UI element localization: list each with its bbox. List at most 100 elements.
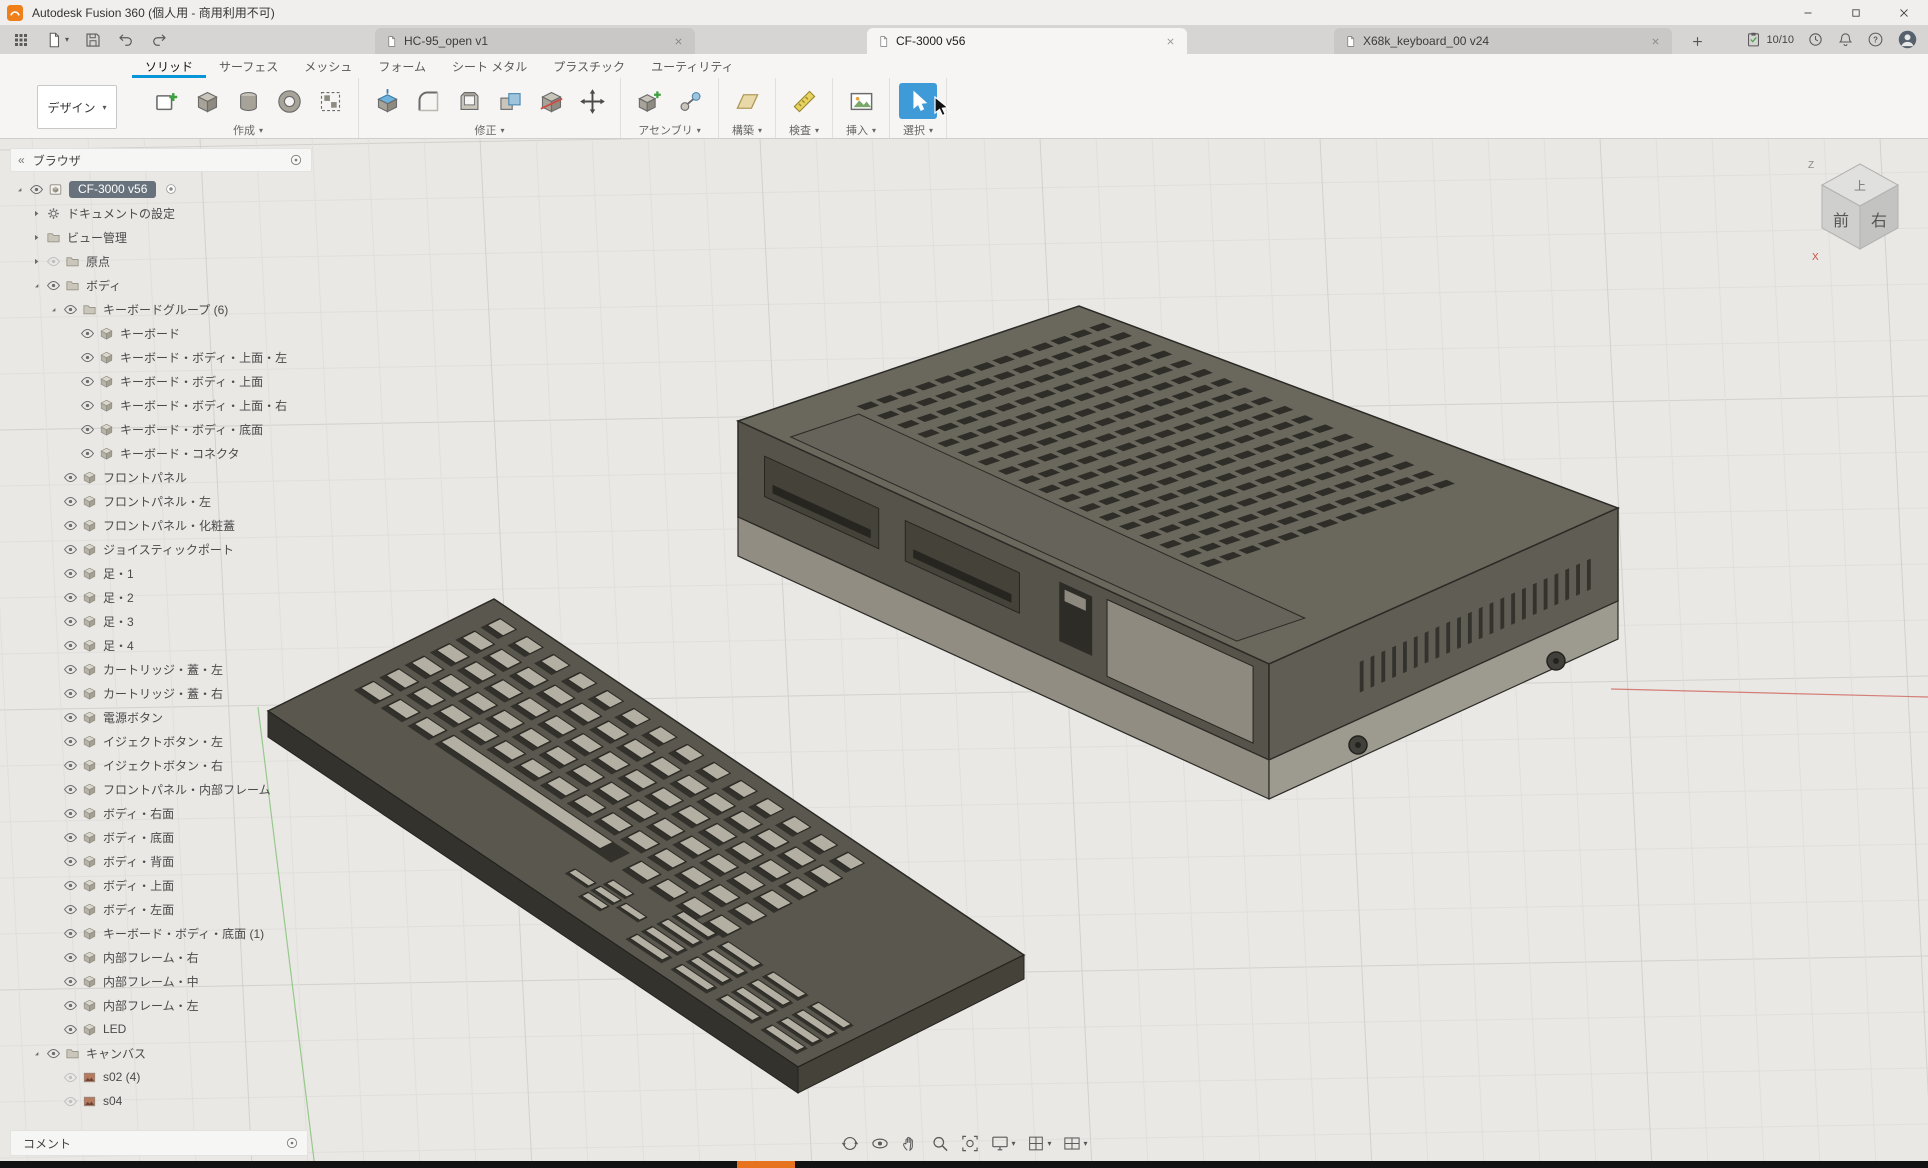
- visibility-eye-icon[interactable]: [61, 757, 80, 773]
- visibility-eye-icon[interactable]: [61, 733, 80, 749]
- browser-item[interactable]: カートリッジ・蓋・右: [10, 681, 312, 705]
- visibility-eye-icon[interactable]: [61, 1021, 80, 1037]
- save-button[interactable]: [84, 31, 102, 49]
- browser-item[interactable]: キーボード・コネクタ: [10, 441, 312, 465]
- browser-item[interactable]: キーボード・ボディ・上面・左: [10, 345, 312, 369]
- visibility-eye-icon[interactable]: [61, 709, 80, 725]
- browser-item[interactable]: CF-3000 v56: [10, 177, 312, 201]
- browser-item[interactable]: 電源ボタン: [10, 705, 312, 729]
- visibility-eye-icon[interactable]: [78, 397, 97, 413]
- browser-item[interactable]: ボディ・右面: [10, 801, 312, 825]
- visibility-eye-icon[interactable]: [61, 517, 80, 533]
- browser-item[interactable]: ボディ・底面: [10, 825, 312, 849]
- tool-group-label[interactable]: 構築▾: [732, 122, 762, 138]
- visibility-eye-icon[interactable]: [78, 325, 97, 341]
- visibility-eye-icon[interactable]: [61, 613, 80, 629]
- collapse-panel-icon[interactable]: «: [18, 153, 25, 167]
- tool-new-component-button[interactable]: [630, 83, 668, 119]
- browser-item[interactable]: LED: [10, 1017, 312, 1041]
- browser-item[interactable]: イジェクトボタン・左: [10, 729, 312, 753]
- close-button[interactable]: [1880, 0, 1928, 25]
- visibility-eye-icon[interactable]: [61, 541, 80, 557]
- new-tab-button[interactable]: [1686, 30, 1708, 52]
- browser-item[interactable]: 原点: [10, 249, 312, 273]
- comments-bar[interactable]: コメント: [10, 1130, 308, 1156]
- browser-item[interactable]: ボディ・背面: [10, 849, 312, 873]
- visibility-eye-icon[interactable]: [78, 373, 97, 389]
- browser-item[interactable]: フロントパネル・左: [10, 489, 312, 513]
- display-filter-icon[interactable]: [289, 153, 303, 167]
- minimize-button[interactable]: [1784, 0, 1832, 25]
- browser-item[interactable]: フロントパネル・内部フレーム: [10, 777, 312, 801]
- ribbon-tab[interactable]: シート メタル: [439, 54, 540, 78]
- visibility-eye-icon[interactable]: [61, 973, 80, 989]
- visibility-eye-icon[interactable]: [61, 877, 80, 893]
- tool-torus-button[interactable]: [270, 83, 308, 119]
- help-button[interactable]: ?: [1867, 31, 1884, 48]
- ribbon-tab[interactable]: ユーティリティ: [638, 54, 747, 78]
- tool-measure-button[interactable]: [785, 83, 823, 119]
- browser-item[interactable]: キーボード・ボディ・底面 (1): [10, 921, 312, 945]
- browser-item[interactable]: キーボード・ボディ・上面: [10, 369, 312, 393]
- ribbon-tab[interactable]: メッシュ: [291, 54, 365, 78]
- grid-display-button[interactable]: ▾: [1026, 1134, 1051, 1153]
- notifications-button[interactable]: [1837, 31, 1854, 48]
- expander-open-icon[interactable]: [46, 302, 61, 317]
- redo-button[interactable]: [150, 31, 168, 49]
- visibility-eye-icon[interactable]: [61, 853, 80, 869]
- browser-item[interactable]: 足・1: [10, 561, 312, 585]
- browser-item[interactable]: キーボードグループ (6): [10, 297, 312, 321]
- visibility-eye-icon[interactable]: [61, 949, 80, 965]
- tool-group-label[interactable]: 選択▾: [903, 122, 933, 138]
- tool-construction-plane-button[interactable]: [728, 83, 766, 119]
- browser-item[interactable]: ビュー管理: [10, 225, 312, 249]
- tab-close-icon[interactable]: [1164, 35, 1177, 48]
- tool-shell-button[interactable]: [450, 83, 488, 119]
- user-avatar[interactable]: [1897, 29, 1918, 50]
- tool-group-label[interactable]: 検査▾: [789, 122, 819, 138]
- tool-combine-button[interactable]: [491, 83, 529, 119]
- tool-joint-button[interactable]: [671, 83, 709, 119]
- browser-item[interactable]: イジェクトボタン・右: [10, 753, 312, 777]
- ribbon-tab[interactable]: プラスチック: [540, 54, 638, 78]
- document-tab[interactable]: HC-95_open v1: [375, 28, 695, 54]
- visibility-eye-icon[interactable]: [78, 421, 97, 437]
- visibility-eye-icon[interactable]: [44, 277, 63, 293]
- browser-item[interactable]: フロントパネル: [10, 465, 312, 489]
- ribbon-tab[interactable]: サーフェス: [206, 54, 291, 78]
- visibility-eye-icon[interactable]: [44, 1045, 63, 1061]
- browser-item[interactable]: ジョイスティックポート: [10, 537, 312, 561]
- visibility-eye-icon[interactable]: [61, 901, 80, 917]
- tool-group-label[interactable]: アセンブリ▾: [638, 122, 700, 138]
- tab-close-icon[interactable]: [672, 35, 685, 48]
- expander-closed-icon[interactable]: [29, 230, 44, 245]
- visibility-eye-icon[interactable]: [44, 253, 63, 269]
- browser-item[interactable]: キーボード: [10, 321, 312, 345]
- visibility-eye-icon[interactable]: [61, 997, 80, 1013]
- comments-toggle-icon[interactable]: [285, 1136, 299, 1150]
- activate-radio[interactable]: [161, 181, 181, 197]
- app-menu-button[interactable]: [12, 31, 30, 49]
- browser-item[interactable]: 内部フレーム・中: [10, 969, 312, 993]
- tool-press-pull-button[interactable]: [368, 83, 406, 119]
- browser-item[interactable]: ボディ・上面: [10, 873, 312, 897]
- tool-group-label[interactable]: 作成▾: [233, 122, 263, 138]
- tool-insert-canvas-button[interactable]: [842, 83, 880, 119]
- model-computer[interactable]: [738, 306, 1618, 799]
- pan-button[interactable]: [900, 1134, 919, 1153]
- visibility-eye-icon[interactable]: [61, 565, 80, 581]
- tool-create-sketch-button[interactable]: [147, 83, 185, 119]
- browser-item[interactable]: 足・4: [10, 633, 312, 657]
- browser-item[interactable]: 内部フレーム・左: [10, 993, 312, 1017]
- viewports-button[interactable]: ▾: [1063, 1134, 1088, 1153]
- model-keyboard[interactable]: [268, 599, 1024, 1093]
- visibility-eye-icon[interactable]: [61, 589, 80, 605]
- browser-item[interactable]: キーボード・ボディ・上面・右: [10, 393, 312, 417]
- visibility-eye-icon[interactable]: [61, 685, 80, 701]
- expander-open-icon[interactable]: [29, 278, 44, 293]
- orbit-button[interactable]: [840, 1134, 859, 1153]
- tool-box-button[interactable]: [188, 83, 226, 119]
- visibility-eye-icon[interactable]: [27, 181, 46, 197]
- tool-move-button[interactable]: [573, 83, 611, 119]
- undo-button[interactable]: [117, 31, 135, 49]
